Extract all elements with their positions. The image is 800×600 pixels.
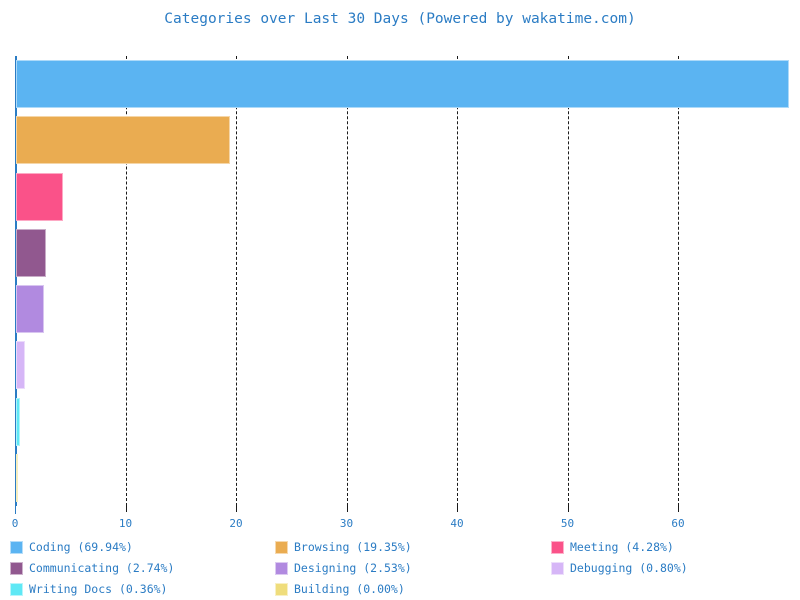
x-tick-label-60: 60 — [671, 517, 685, 530]
bar-communicating[interactable] — [15, 228, 47, 277]
legend-item-debugging[interactable]: Debugging (0.80%) — [551, 562, 688, 575]
legend-swatch-icon — [275, 583, 288, 596]
x-tick-label-0: 0 — [11, 517, 19, 530]
bar-meeting[interactable] — [15, 172, 64, 221]
legend-label: Designing (2.53%) — [294, 561, 412, 575]
x-tick-label-30: 30 — [339, 517, 354, 530]
legend-label: Browsing (19.35%) — [294, 540, 412, 554]
gridline-40 — [457, 56, 458, 506]
bar-coding[interactable] — [15, 60, 789, 109]
x-axis: 0 10 20 30 40 50 60 — [0, 506, 800, 536]
x-tick-label-50: 50 — [560, 517, 575, 530]
chart-root: Categories over Last 30 Days (Powered by… — [0, 0, 800, 600]
x-tick-mark-30 — [346, 506, 348, 512]
legend-item-coding[interactable]: Coding (69.94%) — [10, 541, 133, 554]
gridline-30 — [346, 56, 348, 506]
legend-label: Meeting (4.28%) — [570, 540, 674, 554]
legend-swatch-icon — [10, 562, 23, 575]
legend-item-writing-docs[interactable]: Writing Docs (0.36%) — [10, 583, 167, 596]
x-tick-mark-10 — [125, 506, 127, 512]
legend-swatch-icon — [275, 562, 288, 575]
bar-designing[interactable] — [15, 285, 44, 334]
x-tick-mark-60 — [678, 506, 679, 512]
legend-label: Building (0.00%) — [294, 582, 405, 596]
plot-area — [15, 56, 789, 506]
x-tick-label-40: 40 — [450, 517, 464, 530]
legend-label: Debugging (0.80%) — [570, 561, 688, 575]
x-tick-mark-50 — [567, 506, 569, 512]
legend-swatch-icon — [10, 583, 23, 596]
gridline-60 — [678, 56, 679, 506]
legend-item-communicating[interactable]: Communicating (2.74%) — [10, 562, 174, 575]
bar-building[interactable] — [15, 453, 18, 502]
gridline-20 — [236, 56, 237, 506]
legend-swatch-icon — [10, 541, 23, 554]
legend-label: Communicating (2.74%) — [29, 561, 175, 575]
legend-item-designing[interactable]: Designing (2.53%) — [275, 562, 412, 575]
x-tick-mark-20 — [236, 506, 237, 512]
bar-writing-docs[interactable] — [15, 397, 20, 446]
legend-label: Writing Docs (0.36%) — [29, 582, 168, 596]
legend-swatch-icon — [551, 541, 564, 554]
x-tick-mark-40 — [457, 506, 458, 512]
legend-item-building[interactable]: Building (0.00%) — [275, 583, 405, 596]
legend-swatch-icon — [551, 562, 564, 575]
gridline-50 — [567, 56, 569, 506]
legend-label: Coding (69.94%) — [29, 540, 133, 554]
x-tick-label-10: 10 — [118, 517, 133, 530]
chart-legend: Coding (69.94%) Browsing (19.35%) Meeting … — [0, 541, 800, 600]
x-tick-label-20: 20 — [229, 517, 243, 530]
legend-swatch-icon — [275, 541, 288, 554]
bar-browsing[interactable] — [15, 116, 230, 165]
chart-title: Categories over Last 30 Days (Powered by… — [164, 11, 636, 27]
legend-item-browsing[interactable]: Browsing (19.35%) — [275, 541, 412, 554]
bar-debugging[interactable] — [15, 341, 25, 390]
legend-item-meeting[interactable]: Meeting (4.28%) — [551, 541, 674, 554]
x-tick-mark-0 — [15, 506, 16, 514]
